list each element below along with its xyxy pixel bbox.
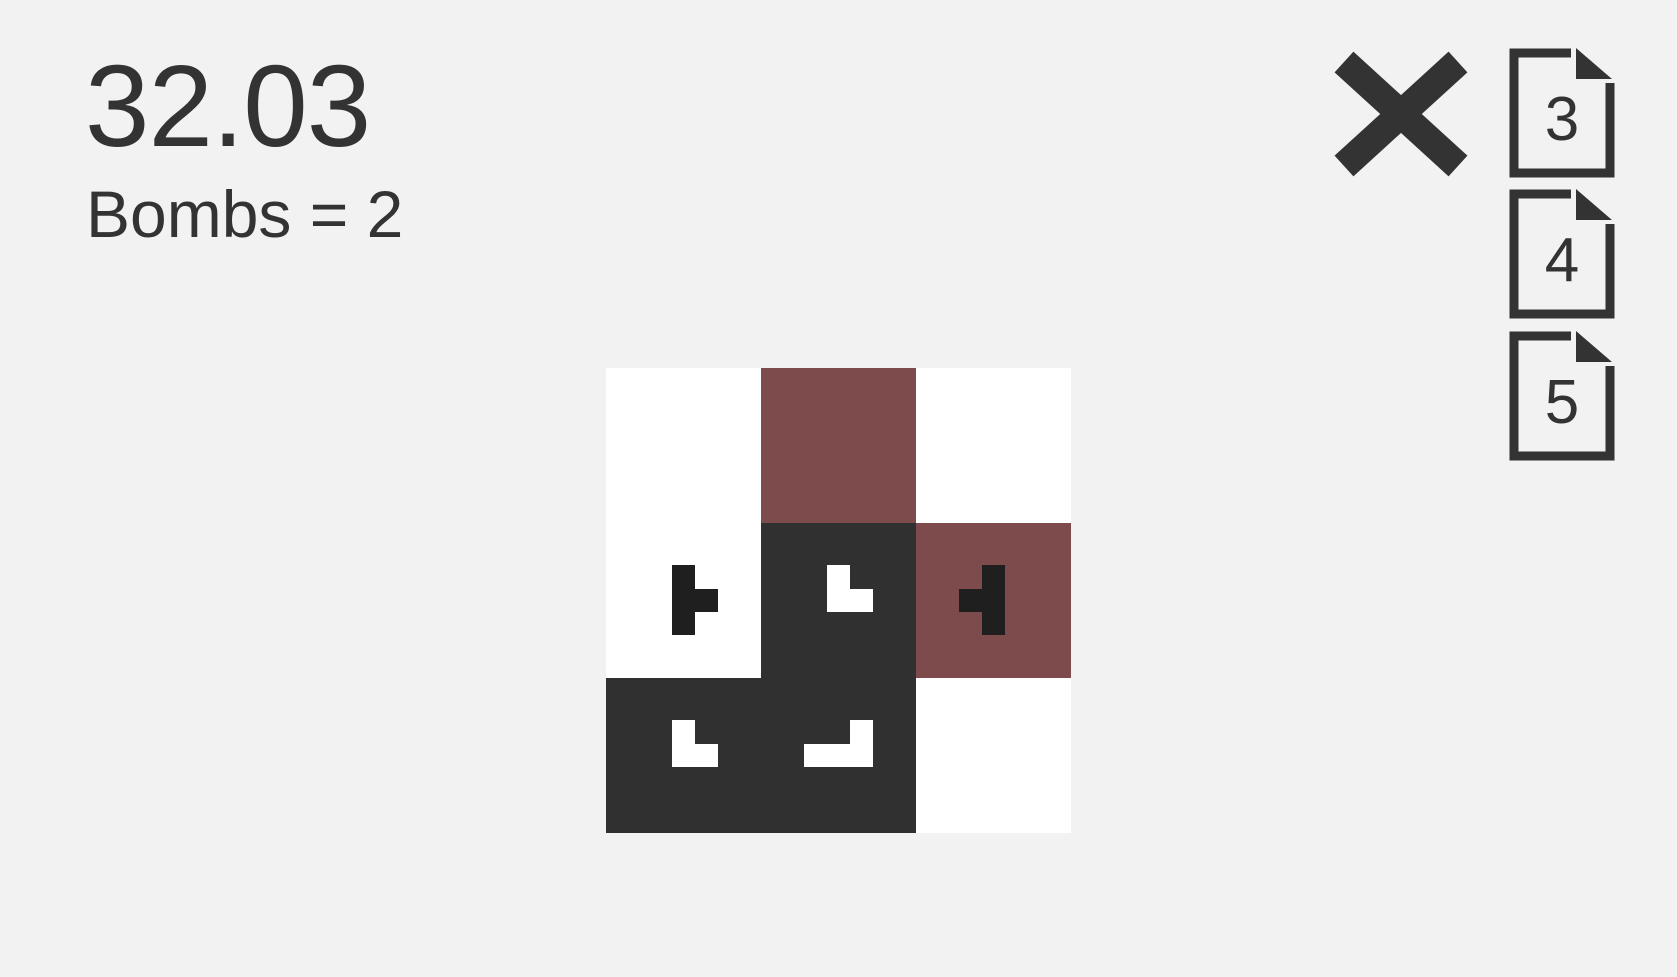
board-cell[interactable] (761, 368, 916, 523)
board-cell[interactable] (916, 678, 1071, 833)
board-cell[interactable] (606, 678, 761, 833)
level-number: 3 (1544, 85, 1580, 154)
board-cell[interactable] (916, 368, 1071, 523)
board-cell[interactable] (606, 368, 761, 523)
board-cell[interactable] (761, 523, 916, 678)
board-cell[interactable] (761, 678, 916, 833)
corner-down-right-icon (827, 565, 873, 612)
level-number: 5 (1544, 368, 1580, 437)
game-board (606, 368, 1071, 833)
level-4-button[interactable]: 4 (1508, 188, 1616, 322)
timer-display: 32.03 (85, 41, 371, 171)
board-cell[interactable] (916, 523, 1071, 678)
tee-right-icon (672, 565, 718, 635)
board-cell[interactable] (606, 523, 761, 678)
level-3-button[interactable]: 3 (1508, 47, 1616, 181)
bomb-count: Bombs = 2 (86, 177, 404, 251)
tee-left-icon (959, 565, 1005, 635)
level-number: 4 (1544, 226, 1580, 295)
corner-down-right-icon (672, 720, 718, 767)
close-x-icon (1334, 51, 1468, 177)
close-button[interactable] (1326, 44, 1476, 184)
corner-down-left-icon (804, 720, 873, 767)
level-5-button[interactable]: 5 (1508, 330, 1616, 464)
